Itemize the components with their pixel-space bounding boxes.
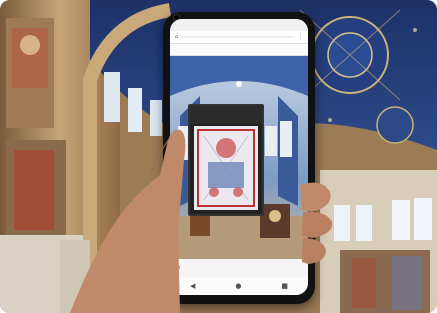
hand (70, 129, 333, 313)
photo-scene: ⌂ ⋮ ◀ ● ■ (0, 0, 437, 313)
